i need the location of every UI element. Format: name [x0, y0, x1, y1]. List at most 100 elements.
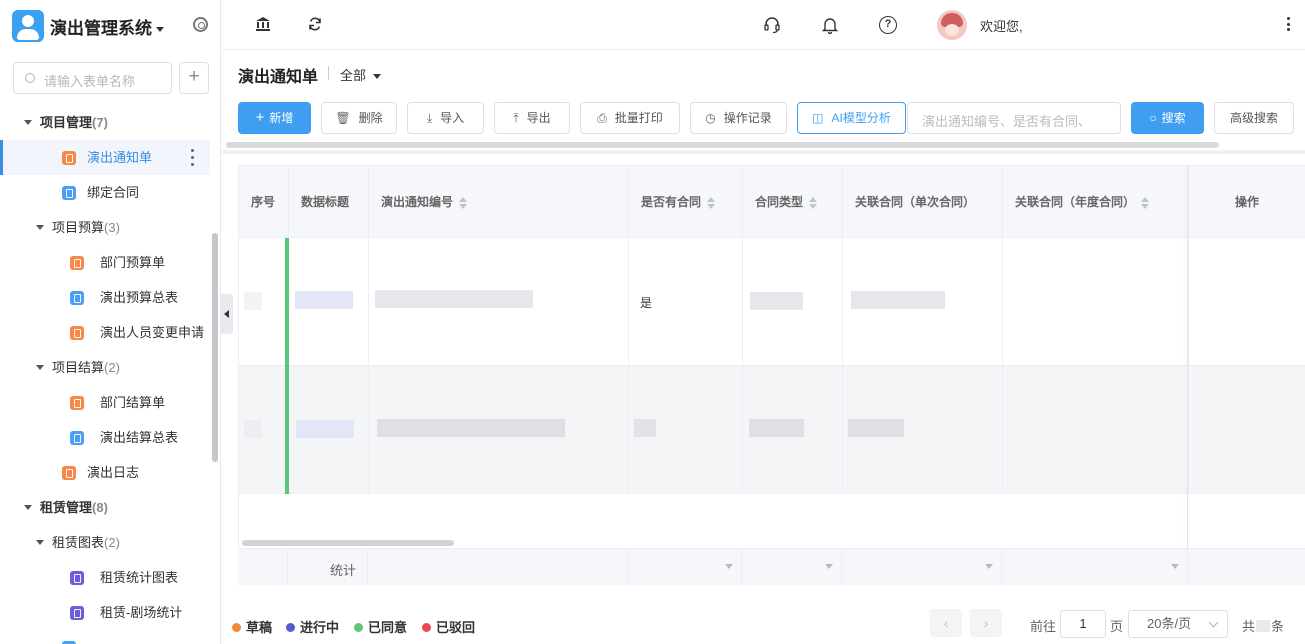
- table-cell: [239, 366, 289, 494]
- refresh-icon[interactable]: [308, 17, 322, 31]
- next-page-button[interactable]: ›: [970, 609, 1002, 637]
- col-header-label: 操作: [1234, 195, 1259, 209]
- search-button[interactable]: ○ 搜索: [1131, 102, 1204, 134]
- summary-cell: [238, 549, 288, 585]
- sidebar-item-lease-chart[interactable]: 租赁统计图表: [0, 560, 210, 595]
- batch-print-button[interactable]: ⎙ 批量打印: [580, 102, 680, 134]
- sort-icon[interactable]: [459, 196, 468, 209]
- summary-select[interactable]: [1002, 549, 1188, 585]
- table-cell-actions[interactable]: [1189, 238, 1305, 366]
- col-header-label: 演出通知编号: [381, 195, 454, 209]
- gear-icon[interactable]: [193, 17, 208, 32]
- summary-select[interactable]: [842, 549, 1002, 585]
- help-icon[interactable]: ?: [879, 16, 897, 34]
- status-dot: [232, 623, 241, 632]
- table-horizontal-scrollbar[interactable]: [242, 540, 454, 546]
- sidebar-item-budget-summary[interactable]: 演出预算总表: [0, 280, 210, 315]
- app-switcher[interactable]: 演出管理系统: [50, 14, 164, 39]
- tree-group-count: (3): [104, 220, 120, 235]
- col-header-label: 是否有合同: [641, 195, 702, 209]
- sidebar-item-settlement-summary[interactable]: 演出结算总表: [0, 420, 210, 455]
- add-button[interactable]: + 新增: [238, 102, 311, 134]
- summary-select[interactable]: [742, 549, 842, 585]
- export-button[interactable]: ⤒ 导出: [494, 102, 570, 134]
- delete-label: 删除: [358, 111, 383, 125]
- col-header-notice-no[interactable]: 演出通知编号: [369, 166, 629, 238]
- sidebar-item-partial[interactable]: [0, 630, 210, 644]
- sort-icon[interactable]: [809, 196, 818, 209]
- sidebar-item-personnel-change[interactable]: 演出人员变更申请: [0, 315, 210, 350]
- import-label: 导入: [440, 111, 465, 125]
- page-size-select[interactable]: 20条/页: [1128, 610, 1228, 638]
- tree-group-project-budget[interactable]: 项目预算(3): [0, 210, 210, 245]
- table-cell: 是: [629, 238, 743, 366]
- table-cell[interactable]: [285, 238, 369, 366]
- col-header-contract-type[interactable]: 合同类型: [743, 166, 843, 238]
- page-number-input[interactable]: 1: [1060, 610, 1106, 638]
- table-cell: [629, 366, 743, 494]
- col-header-label: 关联合同（年度合同）: [1015, 195, 1136, 209]
- tree-group-lease-charts[interactable]: 租赁图表(2): [0, 525, 210, 560]
- legend-label: 已驳回: [436, 620, 476, 635]
- add-label: 新增: [269, 111, 294, 125]
- sidebar-item-label: 租赁-剧场统计: [100, 605, 183, 620]
- table-cell-actions[interactable]: [1189, 366, 1305, 494]
- bank-icon[interactable]: [256, 17, 270, 31]
- sidebar-item-bind-contract[interactable]: 绑定合同: [0, 175, 210, 210]
- chart-icon: [70, 606, 84, 620]
- caret-down-icon: [24, 505, 32, 510]
- page-size-value: 20条/页: [1147, 616, 1192, 631]
- collapse-sidebar-button[interactable]: [221, 294, 233, 334]
- summary-select[interactable]: [628, 549, 742, 585]
- avatar[interactable]: [937, 10, 967, 40]
- chevron-down-icon: [985, 564, 993, 569]
- sort-icon[interactable]: [707, 196, 716, 209]
- search-input[interactable]: 演出通知编号、是否有合同、: [907, 102, 1121, 134]
- view-filter-select[interactable]: 全部: [340, 65, 382, 84]
- sidebar-item-label: 演出预算总表: [100, 290, 179, 305]
- tree-group-project-management[interactable]: 项目管理(7): [0, 105, 210, 140]
- sort-icon[interactable]: [1141, 196, 1150, 209]
- page-unit-label: 页: [1110, 619, 1124, 634]
- advanced-search-button[interactable]: 高级搜索: [1214, 102, 1294, 134]
- sidebar-item-dept-settlement[interactable]: 部门结算单: [0, 385, 210, 420]
- col-header-single-contract: 关联合同（单次合同）: [843, 166, 1003, 238]
- table-cell: [369, 238, 629, 366]
- more-vertical-icon[interactable]: [191, 149, 194, 166]
- search-icon: [25, 73, 35, 83]
- col-header-annual-contract[interactable]: 关联合同（年度合同）: [1003, 166, 1189, 238]
- bell-icon[interactable]: [822, 16, 838, 34]
- ai-analysis-button[interactable]: ◫ AI模型分析: [797, 102, 906, 134]
- caret-down-icon: [36, 540, 44, 545]
- status-dot: [354, 623, 363, 632]
- caret-down-icon: [36, 365, 44, 370]
- redacted-value: [244, 420, 262, 438]
- table-cell[interactable]: [285, 366, 369, 494]
- tree-group-label: 项目结算: [52, 360, 105, 375]
- headset-icon[interactable]: [763, 16, 781, 34]
- tree-group-lease-management[interactable]: 租赁管理(8): [0, 490, 210, 525]
- more-vertical-icon[interactable]: [1287, 17, 1290, 34]
- prev-page-button[interactable]: ‹: [930, 609, 962, 637]
- legend-draft: 草稿: [232, 617, 272, 636]
- chevron-down-icon: [725, 564, 733, 569]
- sidebar-item-label: 演出通知单: [87, 150, 153, 165]
- form-search-input[interactable]: 请输入表单名称: [13, 62, 172, 94]
- sidebar-item-performance-notice[interactable]: 演出通知单: [0, 140, 210, 175]
- table-cell: [1003, 238, 1189, 366]
- delete-button[interactable]: 🗑 删除: [321, 102, 397, 134]
- operation-log-button[interactable]: ◷ 操作记录: [690, 102, 787, 134]
- status-indicator: [285, 238, 289, 366]
- toolbar-scrollbar[interactable]: [226, 142, 1219, 148]
- col-header-has-contract[interactable]: 是否有合同: [629, 166, 743, 238]
- sidebar-item-performance-log[interactable]: 演出日志: [0, 455, 210, 490]
- form-icon: [62, 466, 76, 480]
- import-button[interactable]: ⤓ 导入: [407, 102, 484, 134]
- sidebar-item-dept-budget[interactable]: 部门预算单: [0, 245, 210, 280]
- tree-group-project-settlement[interactable]: 项目结算(2): [0, 350, 210, 385]
- add-form-button[interactable]: +: [179, 62, 209, 94]
- redacted-value: [851, 291, 945, 309]
- sidebar-scrollbar[interactable]: [212, 233, 218, 462]
- download-icon: ⤓: [426, 111, 433, 125]
- sidebar-item-lease-theater[interactable]: 租赁-剧场统计: [0, 595, 210, 630]
